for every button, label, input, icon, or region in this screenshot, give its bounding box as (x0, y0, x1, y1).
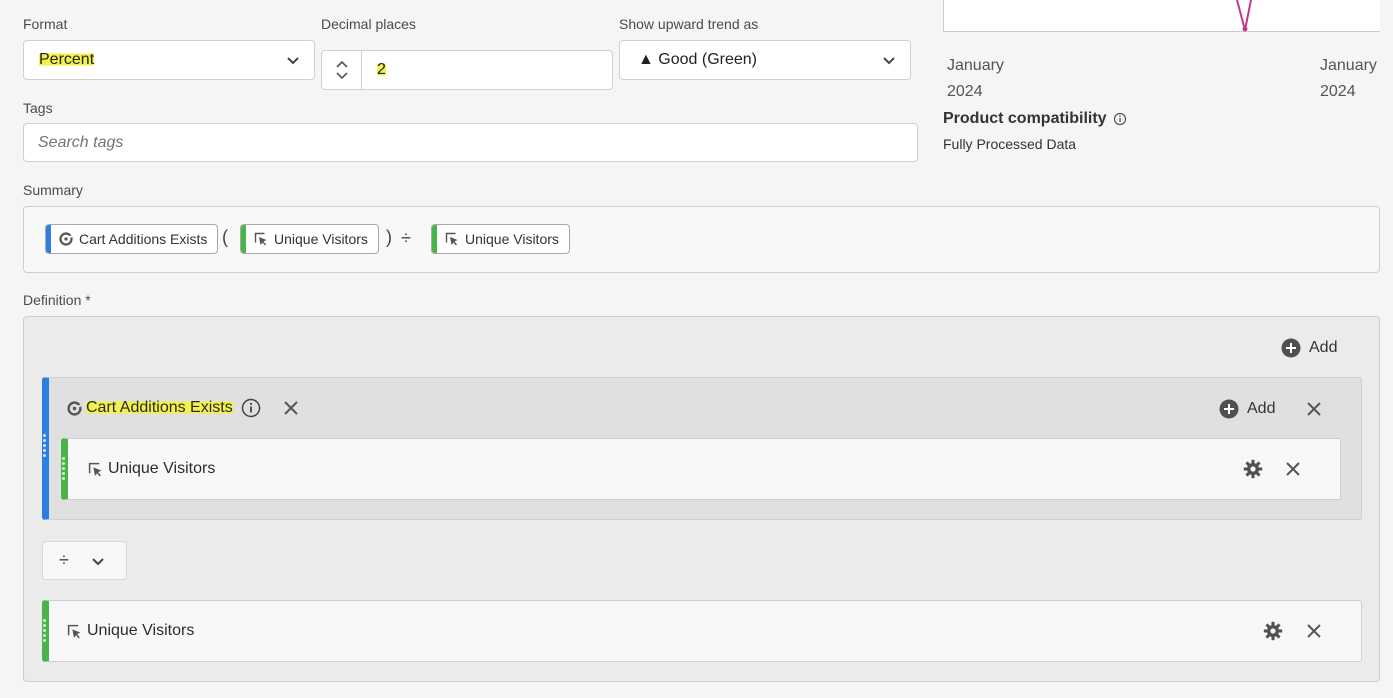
metric-row[interactable]: Unique Visitors (42, 600, 1362, 662)
summary-chip-segment-label: Cart Additions Exists (79, 231, 208, 247)
decimal-stepper[interactable]: 2 (321, 50, 613, 90)
tags-search-input[interactable] (23, 123, 918, 162)
metric-icon (67, 624, 81, 638)
close-icon[interactable] (1285, 461, 1301, 477)
chart-line (1236, 0, 1252, 32)
chevron-down-icon[interactable] (335, 72, 348, 80)
chevron-down-icon (92, 557, 104, 565)
drag-handle[interactable] (43, 434, 46, 459)
drag-handle[interactable] (62, 457, 65, 482)
info-icon[interactable] (241, 398, 261, 418)
chevron-down-icon (883, 57, 895, 65)
close-icon[interactable] (1306, 401, 1322, 417)
decimal-input[interactable]: 2 (377, 61, 386, 79)
segment-container[interactable]: Cart Additions Exists Add Unique Visitor… (42, 377, 1362, 520)
definition-canvas: Add Cart Additions Exists Add Unique Vis… (23, 316, 1380, 682)
stepper-buttons[interactable] (322, 51, 362, 89)
summary-chip-metric: Unique Visitors (240, 224, 379, 254)
segment-title: Cart Additions Exists (86, 399, 233, 417)
metric-icon (254, 232, 267, 246)
definition-add-label: Add (1309, 339, 1338, 356)
close-paren: ) (386, 227, 392, 247)
divide-operator: ÷ (401, 228, 411, 248)
segment-icon (59, 232, 73, 246)
summary-chip-metric-2-label: Unique Visitors (465, 231, 559, 247)
add-circle-icon (1281, 338, 1301, 358)
format-value: Percent (39, 51, 95, 69)
chevron-up-icon[interactable] (335, 60, 348, 68)
required-asterisk: * (85, 292, 91, 308)
definition-label: Definition * (23, 292, 91, 308)
gear-icon[interactable] (1263, 621, 1283, 641)
gear-icon[interactable] (1243, 459, 1263, 479)
segment-header: Cart Additions Exists (67, 398, 299, 418)
metric-icon (88, 462, 102, 476)
definition-add-button[interactable]: Add (1281, 338, 1337, 358)
summary-chip-metric-label: Unique Visitors (274, 231, 368, 247)
trend-chart (943, 0, 1380, 32)
nested-metric-row[interactable]: Unique Visitors (61, 438, 1341, 500)
axis-right-label: January 2024 (1320, 57, 1377, 100)
axis-left-label: January 2024 (947, 57, 1004, 100)
format-label: Format (23, 16, 68, 32)
product-compatibility: Product compatibility (943, 110, 1127, 128)
metric-icon (445, 232, 458, 246)
segment-icon (67, 400, 82, 416)
nested-metric-label: Unique Visitors (88, 460, 215, 478)
trend-select[interactable]: ▲ Good (Green) (619, 40, 911, 80)
info-icon[interactable] (1113, 112, 1127, 126)
summary-label: Summary (23, 182, 83, 198)
add-circle-icon (1219, 399, 1239, 419)
open-paren: ( (222, 227, 228, 247)
chevron-down-icon (287, 57, 299, 65)
summary-chip-metric-2: Unique Visitors (431, 224, 570, 254)
operator-select[interactable]: ÷ (42, 541, 127, 580)
close-icon[interactable] (283, 400, 299, 416)
close-icon[interactable] (1306, 623, 1322, 639)
summary-box: Cart Additions Exists ( Unique Visitors … (23, 206, 1380, 273)
segment-add-button[interactable]: Add (1219, 399, 1275, 419)
metric-label: Unique Visitors (67, 622, 194, 640)
product-title: Product compatibility (943, 110, 1107, 127)
tags-label: Tags (23, 100, 53, 116)
decimal-label: Decimal places (321, 16, 416, 32)
product-value: Fully Processed Data (943, 136, 1077, 152)
segment-add-label: Add (1247, 400, 1276, 417)
summary-chip-segment: Cart Additions Exists (45, 224, 219, 254)
operator-value: ÷ (59, 550, 69, 570)
drag-handle[interactable] (43, 619, 46, 644)
trend-value: ▲ Good (Green) (638, 51, 757, 68)
format-select[interactable]: Percent (23, 40, 315, 80)
trend-label: Show upward trend as (619, 16, 759, 32)
